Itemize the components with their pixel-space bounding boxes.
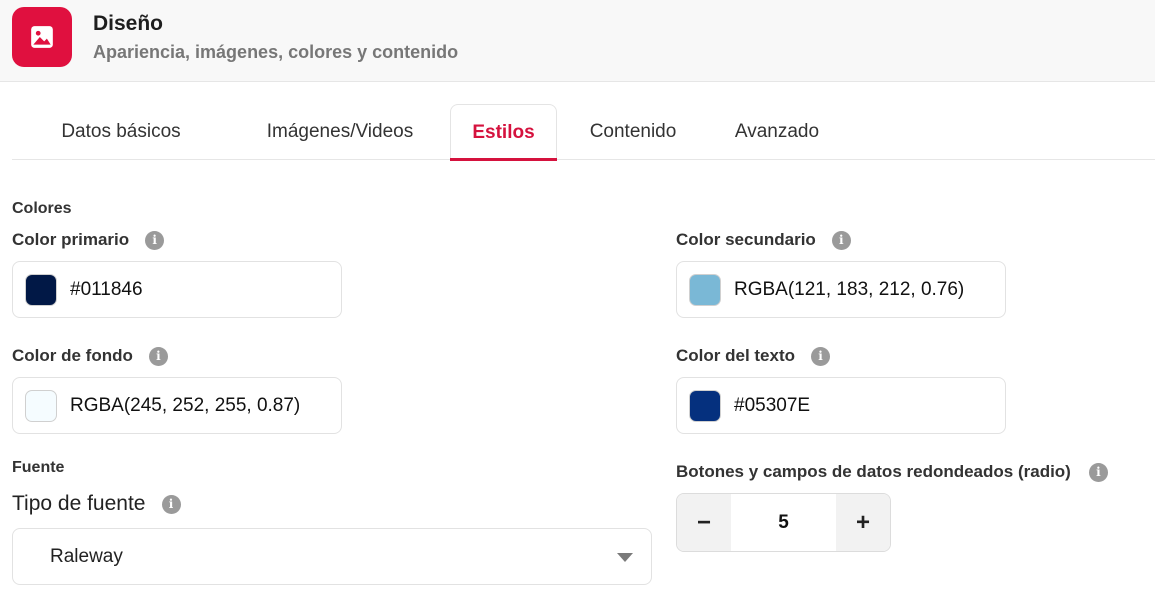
background-color-field[interactable]: RGBA(245, 252, 255, 0.87) [12,377,342,434]
radius-value[interactable]: 5 [731,494,836,551]
decrement-button[interactable]: − [677,494,731,551]
tab-bar: Datos básicos Imágenes/Videos Estilos Co… [12,104,1155,161]
colors-section-title: Colores [12,200,72,217]
secondary-color-label: Color secundario i [676,230,851,250]
secondary-color-swatch[interactable] [689,273,721,306]
secondary-color-field[interactable]: RGBA(121, 183, 212, 0.76) [676,261,1006,318]
info-icon[interactable]: i [1088,462,1108,482]
font-select[interactable]: Raleway [12,528,652,585]
font-section-title: Fuente [12,459,65,476]
text-color-value[interactable]: #05307E [734,395,989,417]
font-type-label: Tipo de fuente i [12,492,181,516]
primary-color-label-text: Color primario [12,230,130,249]
text-color-label-text: Color del texto [676,346,796,365]
secondary-color-value[interactable]: RGBA(121, 183, 212, 0.76) [734,279,989,301]
background-color-swatch[interactable] [25,389,57,422]
info-icon[interactable]: i [811,346,831,366]
text-color-label: Color del texto i [676,346,831,366]
font-type-label-text: Tipo de fuente [12,492,146,515]
tab-contenido[interactable]: Contenido [572,104,694,160]
tab-estilos[interactable]: Estilos [450,104,557,161]
primary-color-label: Color primario i [12,230,165,250]
primary-color-value[interactable]: #011846 [70,279,325,301]
info-icon[interactable]: i [161,494,181,514]
increment-button[interactable]: + [836,494,890,551]
info-icon[interactable]: i [148,346,168,366]
chevron-down-icon[interactable] [617,553,633,562]
radius-label-text: Botones y campos de datos redondeados (r… [676,462,1071,481]
tab-imagenes-videos[interactable]: Imágenes/Videos [245,104,435,160]
radius-stepper: − 5 + [676,493,891,552]
info-icon[interactable]: i [831,230,851,250]
primary-color-field[interactable]: #011846 [12,261,342,318]
secondary-color-label-text: Color secundario [676,230,816,249]
page-title: Diseño [93,12,164,35]
page-header: Diseño Apariencia, imágenes, colores y c… [0,0,1155,82]
image-icon [12,7,72,67]
background-color-label-text: Color de fondo [12,346,133,365]
text-color-field[interactable]: #05307E [676,377,1006,434]
background-color-label: Color de fondo i [12,346,168,366]
text-color-swatch[interactable] [689,389,721,422]
tab-datos-basicos[interactable]: Datos básicos [12,104,230,160]
font-select-value: Raleway [50,545,123,567]
info-icon[interactable]: i [145,230,165,250]
primary-color-swatch[interactable] [25,273,57,306]
tab-avanzado[interactable]: Avanzado [712,104,842,160]
page-subtitle: Apariencia, imágenes, colores y contenid… [93,42,459,62]
radius-label: Botones y campos de datos redondeados (r… [676,462,1108,482]
background-color-value[interactable]: RGBA(245, 252, 255, 0.87) [70,395,325,417]
